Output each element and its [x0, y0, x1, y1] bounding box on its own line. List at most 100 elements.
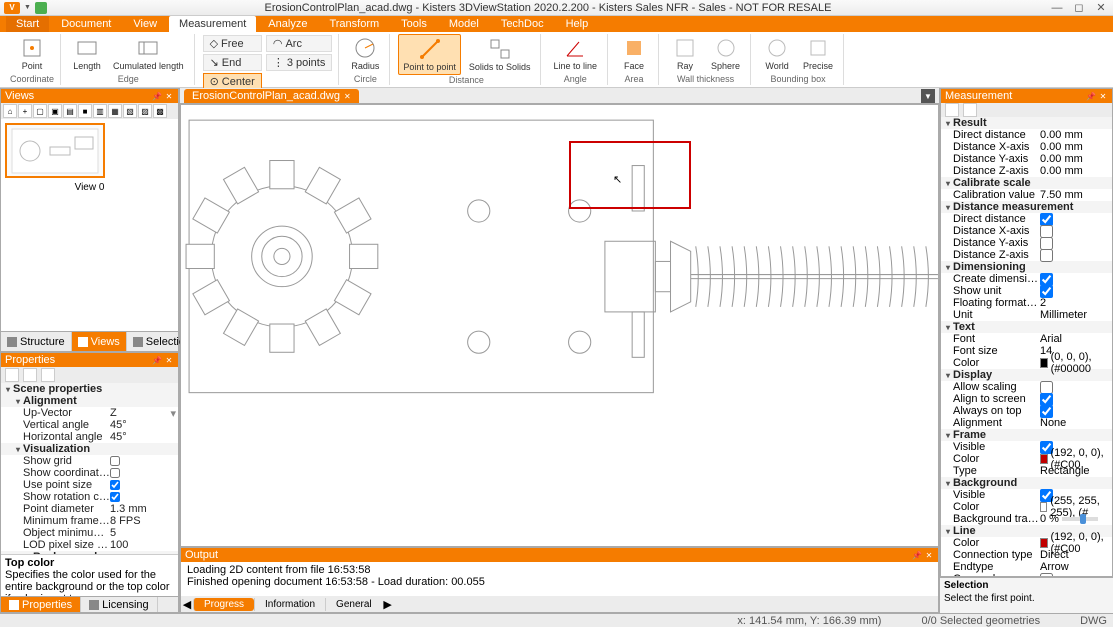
- snap-free[interactable]: ◇Free: [203, 35, 262, 52]
- precision-field[interactable]: 2: [1040, 297, 1110, 309]
- toggle-icon[interactable]: ▾: [943, 479, 953, 488]
- views-tb-5[interactable]: ▤: [63, 104, 77, 118]
- views-tb-6[interactable]: ■: [78, 104, 92, 118]
- meas-tb-1[interactable]: [945, 103, 959, 117]
- conn-type-field[interactable]: Direct: [1040, 549, 1110, 561]
- views-tb-7[interactable]: ▥: [93, 104, 107, 118]
- tab-structure[interactable]: Structure: [1, 332, 72, 351]
- doc-dropdown[interactable]: ▼: [921, 89, 935, 103]
- ribbon-point-to-point[interactable]: Point to point: [398, 34, 461, 75]
- close-button[interactable]: ✕: [1093, 2, 1109, 14]
- show-coord-checkbox[interactable]: [110, 468, 120, 478]
- menu-techdoc[interactable]: TechDoc: [491, 16, 554, 32]
- vertical-angle-field[interactable]: 45°: [110, 419, 176, 431]
- horizontal-angle-field[interactable]: 45°: [110, 431, 176, 443]
- ribbon-line-to-line[interactable]: Line to line: [549, 34, 601, 73]
- ribbon-sphere[interactable]: Sphere: [707, 34, 744, 73]
- unit-field[interactable]: Millimeter: [1040, 309, 1110, 321]
- views-tb-add[interactable]: +: [18, 104, 32, 118]
- props-tb-1[interactable]: [5, 368, 19, 382]
- slider-icon[interactable]: [1062, 517, 1098, 521]
- tab-licensing[interactable]: Licensing: [81, 597, 157, 612]
- snap-arc[interactable]: ◠Arc: [266, 35, 333, 52]
- alignment-field[interactable]: None: [1040, 417, 1110, 429]
- toggle-icon[interactable]: ▾: [943, 203, 953, 212]
- tab-properties[interactable]: Properties: [1, 597, 81, 612]
- views-tb-10[interactable]: ▨: [138, 104, 152, 118]
- viewport[interactable]: ↖: [180, 104, 939, 547]
- views-tb-3[interactable]: ▢: [33, 104, 47, 118]
- prev-tab[interactable]: ◀: [181, 598, 193, 611]
- views-tb-4[interactable]: ▣: [48, 104, 62, 118]
- next-tab[interactable]: ▶: [382, 598, 394, 611]
- cropped-checkbox[interactable]: [1040, 573, 1053, 577]
- snap-end[interactable]: ↘End: [203, 54, 262, 71]
- toggle-icon[interactable]: ▾: [13, 397, 23, 406]
- toggle-icon[interactable]: ▾: [943, 179, 953, 188]
- output-tab-information[interactable]: Information: [254, 598, 325, 611]
- maximize-button[interactable]: ◻: [1071, 2, 1087, 14]
- use-point-checkbox[interactable]: [110, 480, 120, 490]
- views-tb-8[interactable]: ▦: [108, 104, 122, 118]
- pin-icon[interactable]: 📌: [1086, 91, 1096, 101]
- menu-model[interactable]: Model: [439, 16, 489, 32]
- toggle-icon[interactable]: ▾: [943, 431, 953, 440]
- minimize-button[interactable]: —: [1049, 2, 1065, 14]
- dropdown-icon[interactable]: ▼: [24, 4, 31, 11]
- bg-transp-field[interactable]: 0 %: [1040, 513, 1110, 525]
- close-icon[interactable]: ✕: [344, 92, 351, 101]
- show-grid-checkbox[interactable]: [110, 456, 120, 466]
- point-diameter-field[interactable]: 1.3 mm: [110, 503, 176, 515]
- dz-checkbox[interactable]: [1040, 249, 1053, 262]
- output-tab-progress[interactable]: Progress: [193, 598, 254, 611]
- meas-tb-2[interactable]: [963, 103, 977, 117]
- menu-transform[interactable]: Transform: [319, 16, 389, 32]
- ribbon-face[interactable]: Face: [616, 34, 652, 73]
- ribbon-precise[interactable]: Precise: [799, 34, 837, 73]
- ribbon-solids-to-solids[interactable]: Solids to Solids: [465, 34, 535, 75]
- views-tb-9[interactable]: ▧: [123, 104, 137, 118]
- toggle-icon[interactable]: ▾: [943, 527, 953, 536]
- close-icon[interactable]: ✕: [164, 355, 174, 365]
- output-tab-general[interactable]: General: [325, 598, 382, 611]
- ribbon-world[interactable]: World: [759, 34, 795, 73]
- toggle-icon[interactable]: ▾: [943, 371, 953, 380]
- menu-analyze[interactable]: Analyze: [258, 16, 317, 32]
- toggle-icon[interactable]: ▾: [13, 445, 23, 454]
- menu-document[interactable]: Document: [51, 16, 121, 32]
- min-frame-field[interactable]: 8 FPS: [110, 515, 176, 527]
- font-field[interactable]: Arial: [1040, 333, 1110, 345]
- menu-measurement[interactable]: Measurement: [169, 16, 256, 32]
- pin-icon[interactable]: 📌: [152, 91, 162, 101]
- snap-3points[interactable]: ⋮3 points: [266, 54, 333, 71]
- views-tb-11[interactable]: ▩: [153, 104, 167, 118]
- document-tab[interactable]: ErosionControlPlan_acad.dwg ✕: [184, 89, 359, 103]
- calibration-field[interactable]: 7.50 mm: [1040, 189, 1110, 201]
- up-vector-field[interactable]: Z ▾: [110, 407, 176, 420]
- close-icon[interactable]: ✕: [924, 550, 934, 560]
- toggle-icon[interactable]: ▾: [943, 119, 953, 128]
- obj-min-field[interactable]: 5: [110, 527, 176, 539]
- menu-help[interactable]: Help: [556, 16, 599, 32]
- ribbon-point[interactable]: Point: [14, 34, 50, 73]
- toggle-icon[interactable]: ▾: [3, 385, 13, 394]
- close-icon[interactable]: ✕: [1098, 91, 1108, 101]
- ribbon-length[interactable]: Length: [69, 34, 105, 73]
- lod-field[interactable]: 100: [110, 539, 176, 551]
- ribbon-ray[interactable]: Ray: [667, 34, 703, 73]
- tab-views[interactable]: Views: [72, 332, 127, 351]
- props-tb-2[interactable]: [23, 368, 37, 382]
- ribbon-cumulated-length[interactable]: Cumulated length: [109, 34, 188, 73]
- toggle-icon[interactable]: ▾: [943, 323, 953, 332]
- show-rot-checkbox[interactable]: [110, 492, 120, 502]
- views-tb-home[interactable]: ⌂: [3, 104, 17, 118]
- close-icon[interactable]: ✕: [164, 91, 174, 101]
- menu-start[interactable]: Start: [6, 16, 49, 32]
- menu-tools[interactable]: Tools: [391, 16, 437, 32]
- toggle-icon[interactable]: ▾: [943, 263, 953, 272]
- pin-icon[interactable]: 📌: [152, 355, 162, 365]
- menu-view[interactable]: View: [123, 16, 167, 32]
- show-unit-checkbox[interactable]: [1040, 285, 1053, 298]
- frame-type-field[interactable]: Rectangle: [1040, 465, 1110, 477]
- pin-icon[interactable]: 📌: [912, 550, 922, 560]
